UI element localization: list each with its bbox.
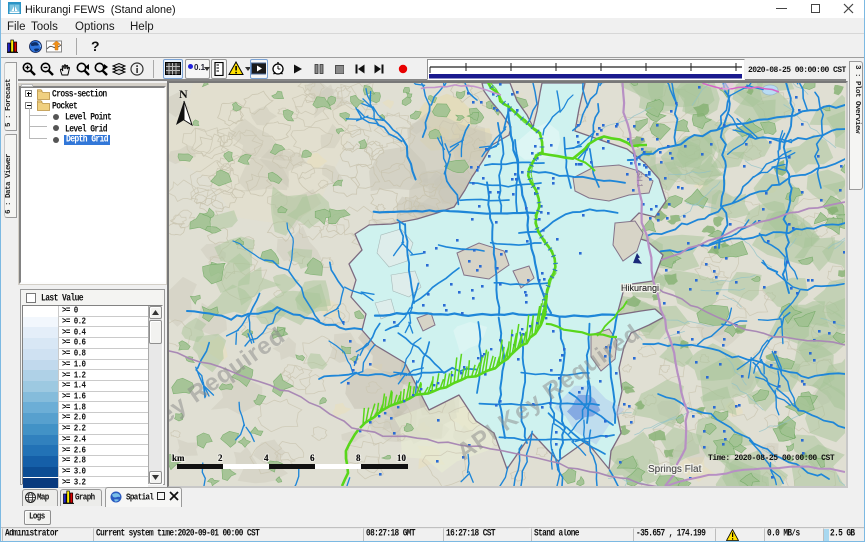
svg-text:10: 10 [397,453,407,463]
svg-text:8: 8 [356,453,361,463]
svg-text:Springs Flat: Springs Flat [648,464,702,475]
svg-text:SH 1: SH 1 [635,171,645,188]
svg-text:4: 4 [264,453,269,463]
svg-text:Hikurangi: Hikurangi [621,283,659,293]
svg-text:6: 6 [310,453,315,463]
svg-text:Time: 2020-08-25 00:00:00 CST: Time: 2020-08-25 00:00:00 CST [708,454,835,463]
svg-text:km: km [172,453,185,463]
svg-text:N: N [179,87,188,101]
svg-text:2: 2 [218,453,223,463]
